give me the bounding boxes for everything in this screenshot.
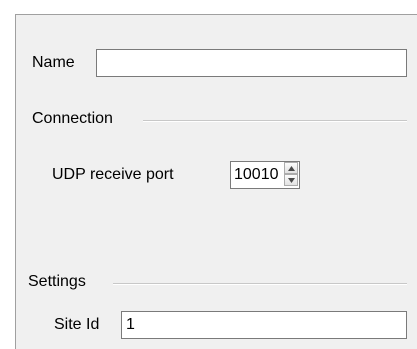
connection-group-divider — [143, 120, 407, 122]
properties-panel: Name Connection UDP receive port 10010 S… — [15, 14, 417, 349]
site-id-label: Site Id — [54, 316, 100, 333]
udp-port-stepper[interactable]: 10010 — [230, 161, 300, 189]
spin-down-button[interactable] — [284, 174, 298, 186]
spin-up-button[interactable] — [284, 162, 298, 174]
arrow-down-icon — [287, 177, 295, 183]
name-input[interactable] — [96, 49, 407, 77]
name-label: Name — [32, 54, 75, 71]
window-client-area: Name Connection UDP receive port 10010 S… — [0, 0, 417, 349]
site-id-input[interactable]: 1 — [121, 311, 407, 339]
connection-group-title: Connection — [32, 110, 113, 127]
settings-group-title: Settings — [28, 273, 86, 290]
arrow-up-icon — [287, 165, 295, 171]
settings-group-divider — [113, 283, 407, 285]
spin-buttons — [284, 162, 299, 188]
udp-port-label: UDP receive port — [52, 166, 174, 183]
udp-port-value: 10010 — [234, 166, 279, 183]
